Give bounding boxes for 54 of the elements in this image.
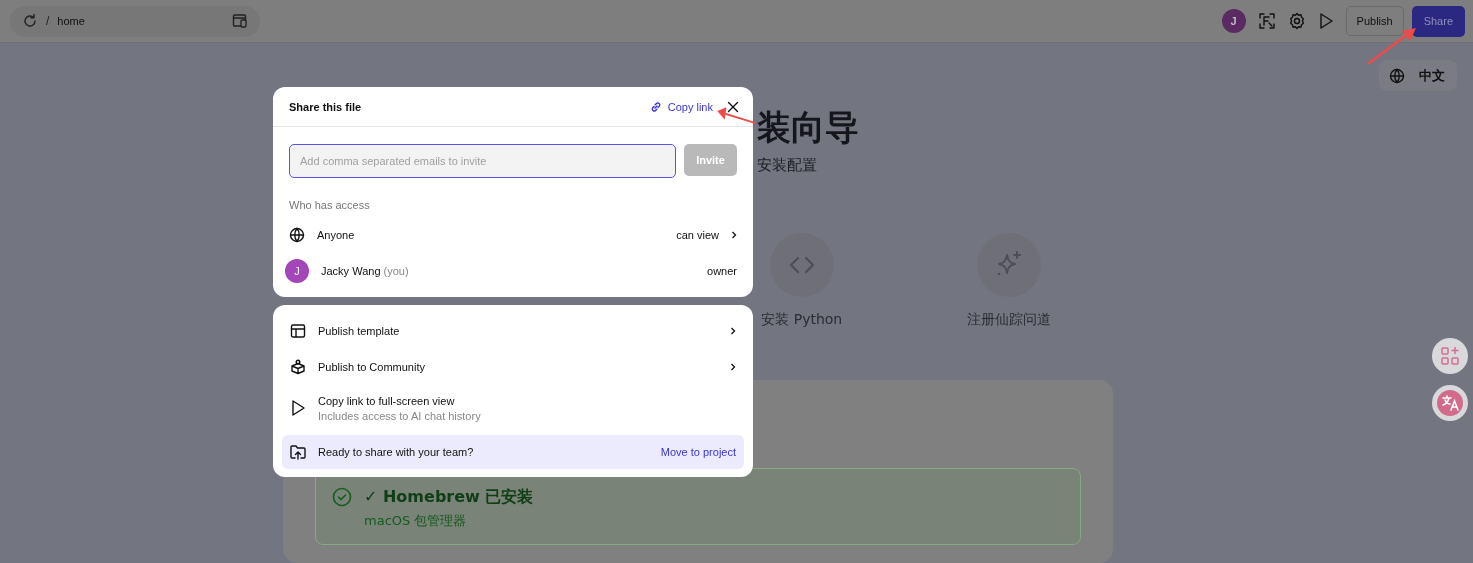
folder-upload-icon xyxy=(290,444,306,460)
chevron-icon xyxy=(730,327,736,335)
close-icon xyxy=(727,100,739,113)
settings-icon[interactable] xyxy=(1287,12,1306,30)
dialog-title: Share this file xyxy=(289,100,363,113)
permission-dropdown[interactable]: can view xyxy=(676,229,737,241)
link-icon xyxy=(649,100,662,113)
address-bar[interactable]: / home xyxy=(10,5,260,37)
translate-button[interactable] xyxy=(1432,385,1468,421)
user-avatar[interactable]: J xyxy=(1221,9,1246,33)
devices-icon[interactable] xyxy=(232,13,248,29)
menu-item-label: Publish template xyxy=(318,325,401,337)
banner-text: Ready to share with your team? xyxy=(318,446,475,458)
close-button[interactable] xyxy=(727,100,739,113)
step-label: 注册仙踪问道 xyxy=(967,311,1052,329)
role-label: owner xyxy=(707,265,737,277)
annotation-arrow xyxy=(717,107,756,124)
language-button[interactable]: 中文 xyxy=(1379,60,1457,91)
globe-icon xyxy=(1389,67,1405,84)
page-title: 装向导 xyxy=(757,106,859,149)
email-input-field[interactable]: Add comma separated emails to invite xyxy=(289,144,676,178)
globe-icon xyxy=(289,227,305,243)
menu-item[interactable]: Copy link to full-screen view Includes access to AI chat history xyxy=(282,385,744,431)
menu-item[interactable]: Publish template xyxy=(282,313,744,349)
scan-icon[interactable] xyxy=(1257,12,1276,30)
translate-icon xyxy=(1436,389,1464,417)
layout-icon xyxy=(290,323,306,339)
annotation-arrow xyxy=(1367,28,1416,65)
status-subtitle: macOS 包管理器 xyxy=(364,512,468,530)
chevron-icon xyxy=(731,231,737,239)
menu-item-label: Copy link to full-screen view xyxy=(318,394,456,407)
apps-button[interactable] xyxy=(1432,338,1468,374)
cube-icon xyxy=(290,359,306,375)
chevron-icon xyxy=(730,363,736,371)
section-heading: Who has access xyxy=(288,198,371,211)
person-name: Anyone xyxy=(317,229,356,241)
breadcrumb-separator: / xyxy=(46,14,50,28)
status-title: ✓ Homebrew 已安装 xyxy=(364,487,534,508)
person-name: Jacky Wang (you) xyxy=(321,265,410,277)
check-circle-icon xyxy=(332,487,352,507)
user-avatar: J xyxy=(285,259,309,283)
play-icon[interactable] xyxy=(290,399,306,417)
move-to-project-link[interactable]: Move to project xyxy=(660,446,736,458)
copy-link-button[interactable]: Copy link xyxy=(649,100,713,113)
page-subtitle: 安装配置 xyxy=(757,155,817,175)
menu-item[interactable]: Publish to Community xyxy=(282,349,744,385)
share-button[interactable]: Share xyxy=(1411,5,1465,37)
apps-icon xyxy=(1440,346,1460,366)
menu-item-description: Includes access to AI chat history xyxy=(318,409,482,422)
menu-item-label: Publish to Community xyxy=(318,361,426,373)
reload-icon[interactable] xyxy=(22,13,38,29)
breadcrumb[interactable]: home xyxy=(57,15,224,27)
step-label: 安装 Python xyxy=(761,311,843,329)
publish-button[interactable]: Publish xyxy=(1345,6,1404,36)
